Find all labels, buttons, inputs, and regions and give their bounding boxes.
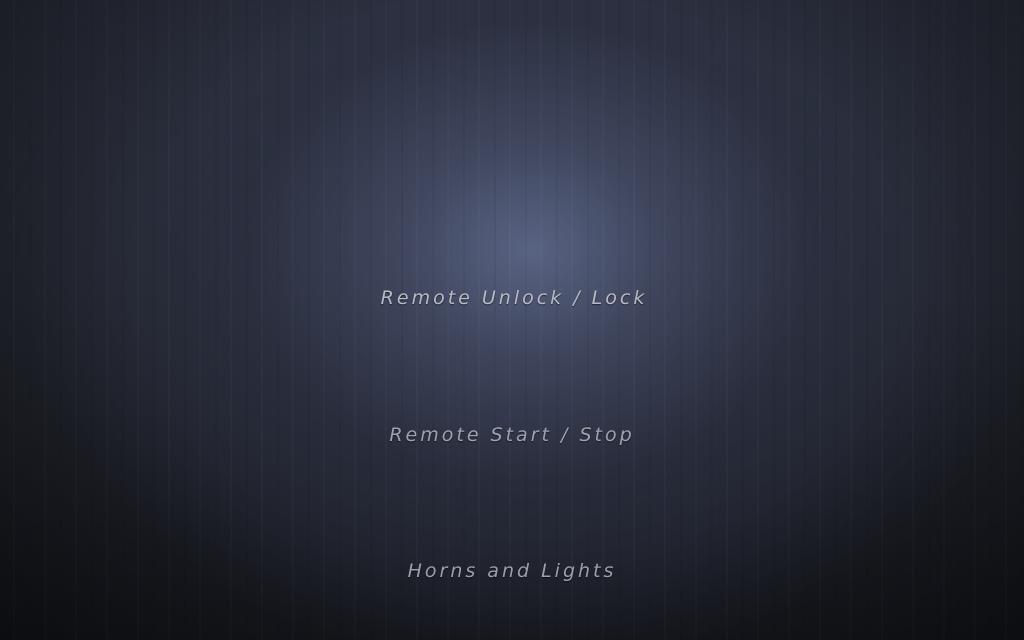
remote-control-screen: Remote Unlock / Lock Remote Start / Stop…: [0, 0, 1024, 640]
horns-and-lights-button[interactable]: Horns and Lights: [0, 559, 1024, 583]
remote-unlock-lock-button[interactable]: Remote Unlock / Lock: [0, 286, 1024, 310]
remote-actions-menu: Remote Unlock / Lock Remote Start / Stop…: [0, 0, 1024, 640]
remote-start-stop-button[interactable]: Remote Start / Stop: [0, 423, 1024, 447]
